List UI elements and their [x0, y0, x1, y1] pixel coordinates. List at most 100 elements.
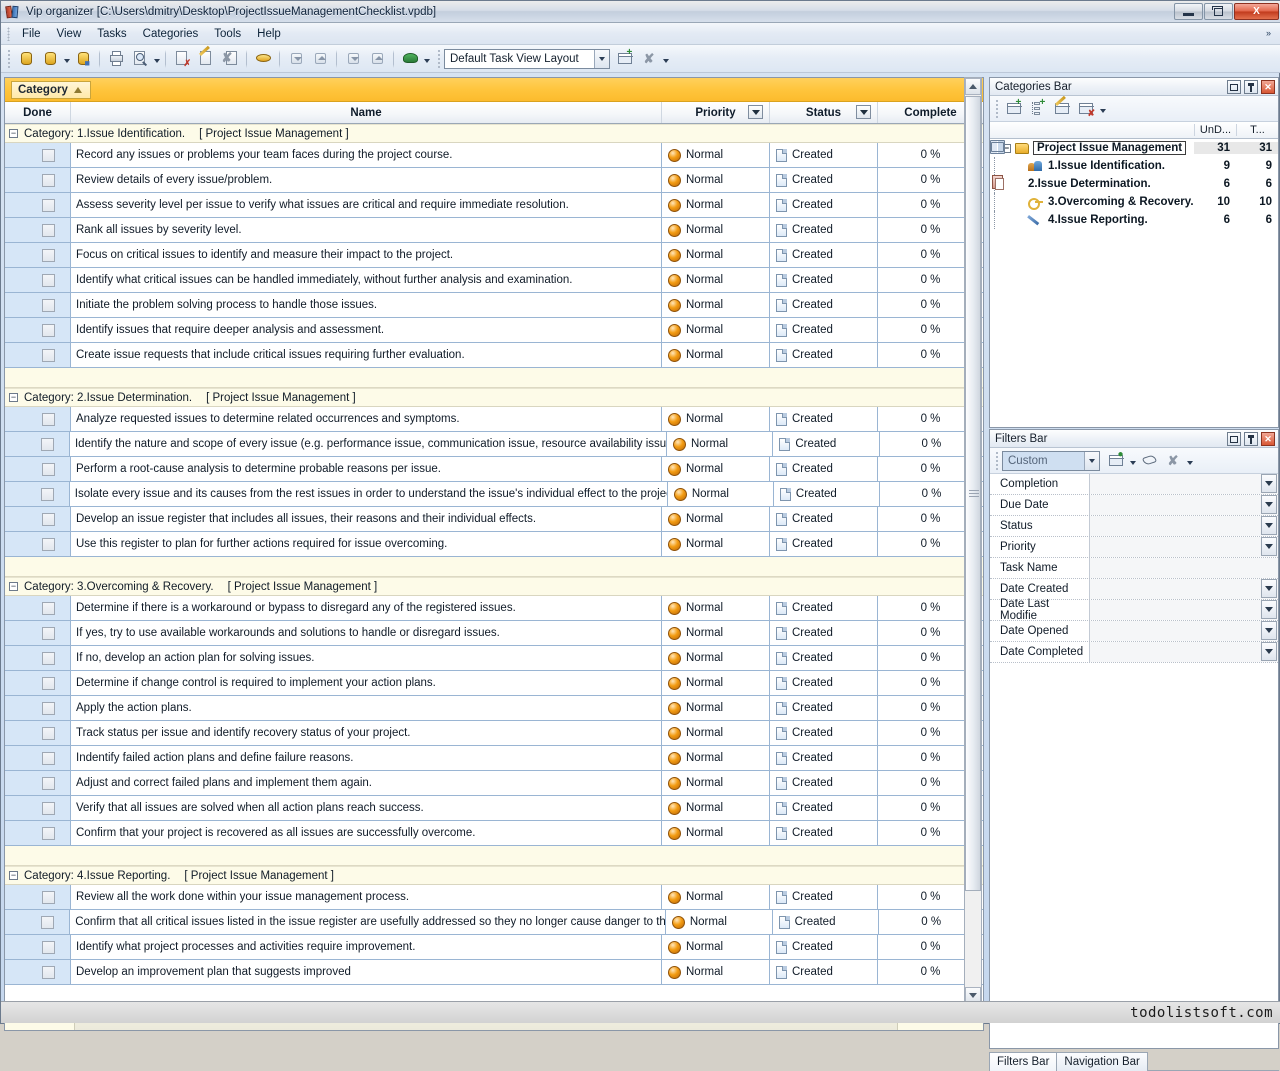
task-done-cell[interactable]	[27, 696, 71, 720]
categories-column-undone[interactable]: UnD...	[1194, 124, 1236, 136]
print-preview-icon[interactable]	[129, 48, 151, 70]
remove-filter-icon[interactable]: ✘	[1162, 450, 1184, 472]
task-status-cell[interactable]: Created	[770, 532, 878, 556]
task-done-checkbox[interactable]	[42, 727, 55, 740]
task-done-checkbox[interactable]	[42, 602, 55, 615]
task-name-cell[interactable]: Determine if there is a workaround or by…	[71, 596, 662, 620]
task-priority-cell[interactable]: Normal	[662, 143, 770, 167]
task-status-cell[interactable]: Created	[770, 960, 878, 984]
task-row[interactable]: Develop an improvement plan that suggest…	[5, 960, 983, 985]
filter-chevron-down-icon[interactable]	[1261, 537, 1277, 556]
filter-chevron-down-icon[interactable]	[1261, 495, 1277, 514]
task-status-cell[interactable]: Created	[770, 821, 878, 845]
task-done-cell[interactable]	[27, 407, 71, 431]
task-name-cell[interactable]: If yes, try to use available workarounds…	[71, 621, 662, 645]
move-top-icon[interactable]	[366, 48, 388, 70]
filter-chevron-down-icon[interactable]	[1261, 474, 1277, 493]
task-status-cell[interactable]: Created	[770, 343, 878, 367]
task-priority-cell[interactable]: Normal	[662, 318, 770, 342]
clear-filter-icon[interactable]	[1138, 450, 1160, 472]
task-done-cell[interactable]	[27, 821, 71, 845]
group-collapse-icon[interactable]: −	[9, 582, 18, 591]
task-done-checkbox[interactable]	[42, 249, 55, 262]
task-done-checkbox[interactable]	[42, 463, 55, 476]
task-priority-cell[interactable]: Normal	[662, 243, 770, 267]
task-name-cell[interactable]: Confirm that all critical issues listed …	[70, 910, 666, 934]
task-done-cell[interactable]	[27, 457, 71, 481]
task-done-cell[interactable]	[27, 621, 71, 645]
filter-row-value[interactable]	[1090, 579, 1278, 599]
task-priority-cell[interactable]: Normal	[662, 596, 770, 620]
filter-row[interactable]: Date Completed	[990, 642, 1278, 663]
filters-bar-close-icon[interactable]: ✕	[1261, 432, 1275, 446]
task-priority-cell[interactable]: Normal	[662, 796, 770, 820]
task-done-cell[interactable]	[27, 193, 71, 217]
task-done-checkbox[interactable]	[42, 174, 55, 187]
task-name-cell[interactable]: Record any issues or problems your team …	[71, 143, 662, 167]
task-row[interactable]: Determine if change control is required …	[5, 671, 983, 696]
task-done-cell[interactable]	[27, 432, 70, 456]
category-tree-item[interactable]: 2.Issue Determination.66	[990, 175, 1278, 193]
task-row[interactable]: If yes, try to use available workarounds…	[5, 621, 983, 646]
filter-chevron-down-icon[interactable]	[1261, 516, 1277, 535]
task-done-checkbox[interactable]	[42, 627, 55, 640]
task-done-cell[interactable]	[27, 771, 71, 795]
task-priority-cell[interactable]: Normal	[662, 268, 770, 292]
delete-layout-icon[interactable]: ✘	[638, 48, 660, 70]
layout-toolbar-grip[interactable]	[437, 49, 441, 69]
task-done-cell[interactable]	[27, 910, 70, 934]
task-done-checkbox[interactable]	[42, 413, 55, 426]
category-group-header[interactable]: −Category: 2.Issue Determination.[ Proje…	[5, 388, 983, 407]
save-database-icon[interactable]: ■	[72, 48, 94, 70]
task-name-cell[interactable]: Focus on critical issues to identify and…	[71, 243, 662, 267]
task-row[interactable]: Identify the nature and scope of every i…	[5, 432, 983, 457]
task-name-cell[interactable]: Develop an issue register that includes …	[71, 507, 662, 531]
task-name-cell[interactable]: Determine if change control is required …	[71, 671, 662, 695]
task-name-cell[interactable]: Develop an improvement plan that suggest…	[71, 960, 662, 984]
task-priority-cell[interactable]: Normal	[662, 621, 770, 645]
task-row[interactable]: Focus on critical issues to identify and…	[5, 243, 983, 268]
task-done-checkbox[interactable]	[42, 777, 55, 790]
scroll-up-button[interactable]	[965, 78, 981, 95]
filter-row[interactable]: Due Date	[990, 495, 1278, 516]
task-priority-cell[interactable]: Normal	[662, 293, 770, 317]
filters-bar-menu-button[interactable]	[1227, 432, 1241, 446]
filter-row[interactable]: Completion	[990, 474, 1278, 495]
task-priority-cell[interactable]: Normal	[662, 507, 770, 531]
task-priority-cell[interactable]: Normal	[666, 910, 773, 934]
task-name-cell[interactable]: Track status per issue and identify reco…	[71, 721, 662, 745]
categories-toolbar-dropdown-icon[interactable]	[1098, 100, 1107, 118]
task-done-checkbox[interactable]	[42, 941, 55, 954]
task-priority-cell[interactable]: Normal	[662, 218, 770, 242]
task-priority-cell[interactable]: Normal	[662, 746, 770, 770]
task-priority-cell[interactable]: Normal	[662, 193, 770, 217]
filter-row-value[interactable]	[1090, 474, 1278, 494]
task-status-cell[interactable]: Created	[770, 596, 878, 620]
task-priority-cell[interactable]: Normal	[662, 407, 770, 431]
layout-combo[interactable]: Default Task View Layout	[444, 49, 610, 69]
apply-filter-icon[interactable]: ●	[1105, 450, 1127, 472]
menu-grip[interactable]	[7, 27, 10, 41]
categories-toolbar-grip[interactable]	[995, 99, 999, 119]
layout-dropdown-icon[interactable]	[661, 50, 670, 68]
task-row[interactable]: Assess severity level per issue to verif…	[5, 193, 983, 218]
task-priority-cell[interactable]: Normal	[662, 671, 770, 695]
menu-item-file[interactable]: File	[14, 25, 49, 43]
task-row[interactable]: Indentify failed action plans and define…	[5, 746, 983, 771]
task-done-cell[interactable]	[27, 343, 71, 367]
task-done-cell[interactable]	[27, 143, 71, 167]
task-status-cell[interactable]: Created	[770, 721, 878, 745]
task-done-checkbox[interactable]	[42, 802, 55, 815]
task-status-cell[interactable]: Created	[770, 796, 878, 820]
filters-toolbar-dropdown-icon[interactable]	[1185, 452, 1194, 470]
task-priority-cell[interactable]: Normal	[662, 457, 770, 481]
task-status-cell[interactable]: Created	[770, 218, 878, 242]
filter-row[interactable]: Date Last Modifie	[990, 600, 1278, 621]
filter-row[interactable]: Status	[990, 516, 1278, 537]
task-priority-cell[interactable]: Normal	[662, 721, 770, 745]
priority-filter-button[interactable]	[748, 105, 763, 119]
task-row[interactable]: Isolate every issue and its causes from …	[5, 482, 983, 507]
task-done-cell[interactable]	[27, 885, 71, 909]
task-row[interactable]: Confirm that your project is recovered a…	[5, 821, 983, 846]
task-status-cell[interactable]: Created	[770, 935, 878, 959]
